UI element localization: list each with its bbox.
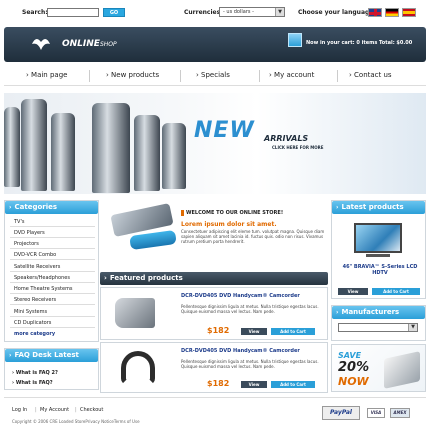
promo-percent-text: 20% bbox=[338, 360, 370, 375]
category-item[interactable]: DVD Players bbox=[14, 230, 45, 236]
category-item[interactable]: DVD-VCR Combo bbox=[14, 252, 56, 258]
currency-select[interactable]: - us dollars - ▼ bbox=[219, 7, 285, 17]
category-item[interactable]: Speakers/Headphones bbox=[14, 275, 70, 281]
logo-sub-text: SHOP bbox=[99, 41, 117, 48]
flag-spain-icon[interactable] bbox=[402, 8, 416, 17]
featured-product-card: DCR-DVD405 DVD Handycam® Camcorder Pelle… bbox=[100, 342, 328, 393]
tv-stand bbox=[366, 254, 390, 257]
header-bar: ONLINESHOP Now in your cart: 0 items Tot… bbox=[4, 27, 426, 62]
banner-click-here[interactable]: CLICK HERE FOR MORE bbox=[272, 145, 323, 150]
product-description: Pellentesque dignissim ligula at metus. … bbox=[181, 304, 319, 314]
product-description: Pellentesque dignissim ligula at metus. … bbox=[181, 359, 319, 369]
add-to-cart-button[interactable]: Add to Cart bbox=[271, 328, 315, 335]
nav-my-account[interactable]: › My account bbox=[269, 71, 314, 79]
speaker-image bbox=[51, 113, 75, 191]
flag-uk-icon[interactable] bbox=[368, 8, 382, 17]
speaker-image bbox=[4, 107, 20, 187]
latest-product-title[interactable]: 46" BRAVIA™ S-Series LCD HDTV bbox=[336, 264, 424, 276]
featured-header-wrap: › Featured products bbox=[100, 272, 328, 285]
tv-image[interactable] bbox=[354, 223, 402, 253]
search-input[interactable] bbox=[47, 8, 99, 17]
banner-arrivals-text: ARRIVALS bbox=[264, 134, 309, 143]
speaker-image bbox=[21, 99, 47, 191]
welcome-text: Consectetuer adipiscing elit eleme tum. … bbox=[181, 229, 325, 244]
manufacturers-select[interactable]: ▼ bbox=[338, 323, 418, 332]
search-label: Search: bbox=[22, 9, 48, 16]
category-item[interactable]: CD Duplicators bbox=[14, 320, 51, 326]
flag-germany-icon[interactable] bbox=[385, 8, 399, 17]
faq-item[interactable]: › What is FAQ 2? bbox=[12, 370, 58, 376]
featured-header: › Featured products bbox=[100, 272, 328, 285]
nav-main-page[interactable]: › Main page bbox=[26, 71, 67, 79]
phone-image bbox=[129, 229, 177, 251]
nav-contact-us[interactable]: › Contact us bbox=[349, 71, 392, 79]
view-button[interactable]: View bbox=[241, 381, 267, 388]
visa-logo: VISA bbox=[367, 408, 385, 418]
language-label: Choose your language: bbox=[298, 9, 376, 16]
product-title[interactable]: DCR-DVD405 DVD Handycam® Camcorder bbox=[181, 348, 300, 354]
copyright-text: Copyright © 2006 CRE Loaded StorePrivacy… bbox=[12, 419, 140, 424]
speaker-image bbox=[162, 123, 186, 189]
latest-products-box: › Latest products 46" BRAVIA™ S-Series LC… bbox=[331, 200, 426, 299]
product-price: $182 bbox=[207, 326, 230, 335]
footer-my-account-link[interactable]: My Account bbox=[40, 407, 69, 413]
save-promo-banner[interactable]: SAVE 20% NOW bbox=[331, 344, 426, 392]
arrow-right-icon: › bbox=[104, 274, 107, 282]
arrow-right-icon: › bbox=[336, 204, 339, 211]
add-to-cart-button[interactable]: Add to Cart bbox=[372, 288, 420, 295]
arrow-right-icon: › bbox=[9, 352, 12, 359]
chevron-down-icon: ▼ bbox=[408, 324, 417, 331]
banner-new-text: NEW bbox=[194, 118, 255, 143]
add-to-cart-button[interactable]: Add to Cart bbox=[271, 381, 315, 388]
headphones-image[interactable] bbox=[121, 351, 155, 385]
nav-specials[interactable]: › Specials bbox=[196, 71, 230, 79]
nav-new-products[interactable]: › New products bbox=[106, 71, 159, 79]
logo-main-text: ONLINE bbox=[62, 39, 100, 49]
chevron-down-icon: ▼ bbox=[275, 8, 284, 16]
arrow-right-icon: › bbox=[9, 204, 12, 211]
category-item[interactable]: Home Theatre Systems bbox=[14, 286, 73, 292]
logo[interactable]: ONLINESHOP bbox=[62, 39, 117, 49]
arrow-right-icon: › bbox=[336, 309, 339, 316]
amex-logo: AMEX bbox=[390, 408, 410, 418]
welcome-lead: Lorem ipsum dolor sit amet. bbox=[181, 221, 277, 228]
cart-gift-icon[interactable] bbox=[288, 33, 302, 47]
camcorder-image[interactable] bbox=[115, 298, 155, 328]
faq-header: › FAQ Desk Latest bbox=[5, 349, 98, 362]
manufacturers-header: › Manufacturers bbox=[332, 306, 425, 319]
currency-value: - us dollars - bbox=[223, 9, 254, 15]
categories-header: › Categories bbox=[5, 201, 98, 214]
category-item[interactable]: Projectors bbox=[14, 241, 39, 247]
category-item[interactable]: Satellite Receivers bbox=[14, 264, 60, 270]
more-category-link[interactable]: more category bbox=[14, 331, 55, 337]
promo-save-text: SAVE bbox=[338, 351, 362, 360]
product-price: $182 bbox=[207, 379, 230, 388]
new-arrivals-banner[interactable]: NEW ARRIVALS CLICK HERE FOR MORE bbox=[4, 93, 426, 194]
speaker-image bbox=[134, 115, 160, 191]
main-nav: › Main page › New products › Specials › … bbox=[4, 66, 426, 86]
logo-icon bbox=[32, 38, 50, 50]
view-button[interactable]: View bbox=[338, 288, 368, 295]
category-item[interactable]: TV's bbox=[14, 219, 24, 225]
promo-now-text: NOW bbox=[338, 375, 369, 388]
featured-product-card: DCR-DVD405 DVD Handycam® Camcorder Pelle… bbox=[100, 287, 328, 340]
cart-status: Now in your cart: 0 items Total: $0.00 bbox=[306, 40, 413, 46]
welcome-section: WELCOME TO OUR ONLINE STORE! Lorem ipsum… bbox=[100, 201, 328, 267]
category-item[interactable]: Stereo Receivers bbox=[14, 297, 56, 303]
footer-login-link[interactable]: Log In bbox=[12, 407, 27, 413]
latest-products-header: › Latest products bbox=[332, 201, 425, 214]
faq-item[interactable]: › What is FAQ? bbox=[12, 380, 53, 386]
welcome-title: WELCOME TO OUR ONLINE STORE! bbox=[181, 210, 283, 216]
projector-image bbox=[384, 351, 420, 389]
paypal-logo: PayPal bbox=[322, 406, 360, 420]
product-title[interactable]: DCR-DVD405 DVD Handycam® Camcorder bbox=[181, 293, 300, 299]
speaker-image bbox=[92, 103, 130, 193]
manufacturers-box: › Manufacturers ▼ bbox=[331, 305, 426, 341]
footer-checkout-link[interactable]: Checkout bbox=[80, 407, 103, 413]
view-button[interactable]: View bbox=[241, 328, 267, 335]
category-item[interactable]: Mini Systems bbox=[14, 309, 47, 315]
search-go-button[interactable]: GO bbox=[103, 8, 125, 17]
currencies-label: Currencies: bbox=[184, 9, 223, 16]
